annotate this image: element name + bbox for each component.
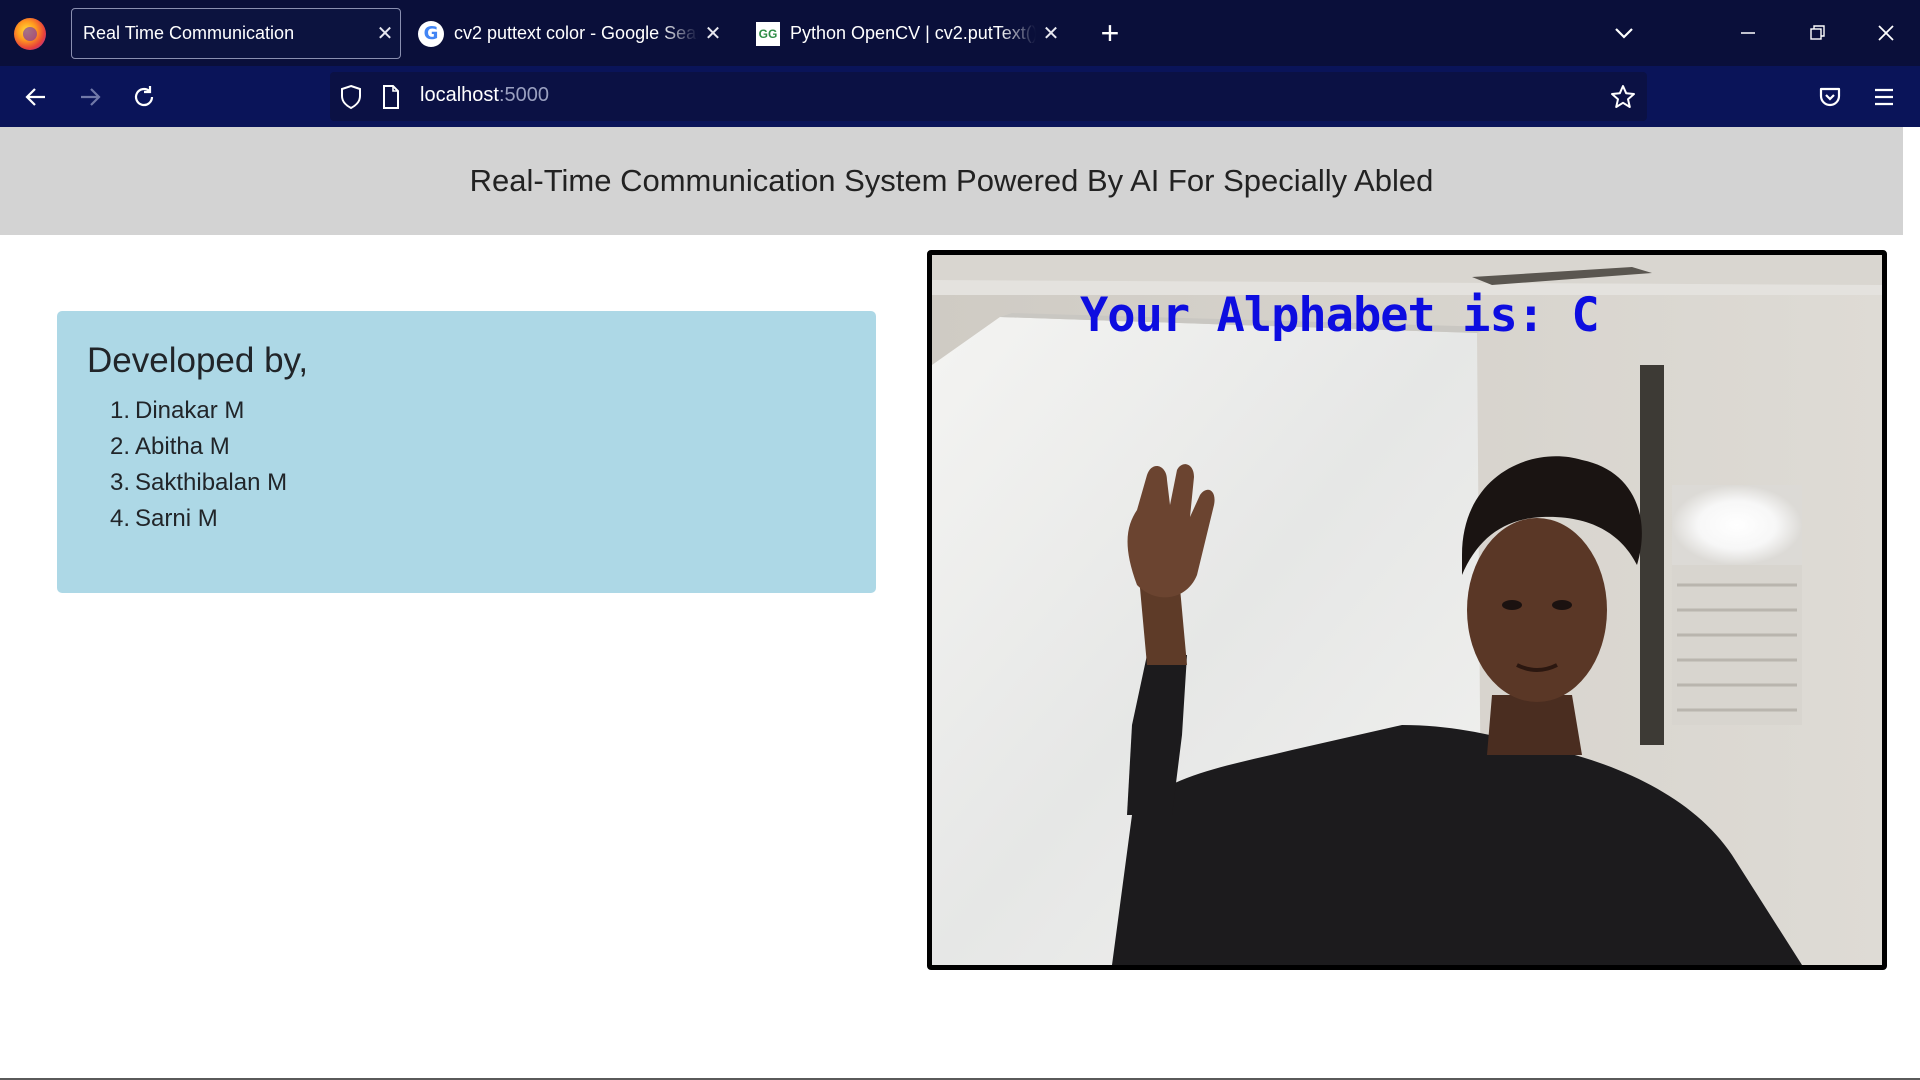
list-item: 1. Dinakar M xyxy=(110,393,876,429)
tab-title: cv2 puttext color - Google Search xyxy=(454,23,698,43)
url-port: :5000 xyxy=(498,84,549,106)
back-arrow-icon[interactable] xyxy=(21,82,51,112)
developer-name: Sarni M xyxy=(135,505,218,532)
url-host: localhost xyxy=(420,84,499,106)
developers-list: 1. Dinakar M 2. Abitha M 3. Sakthibalan M 4… xyxy=(87,393,876,537)
restore-window-button[interactable] xyxy=(1797,14,1837,52)
list-number: 2. xyxy=(110,433,131,460)
geeksforgeeks-icon: GG xyxy=(756,21,780,46)
google-icon: G xyxy=(418,20,444,47)
new-tab-button[interactable]: + xyxy=(1094,14,1126,52)
webcam-scene-image xyxy=(932,255,1882,965)
page-info-icon[interactable] xyxy=(376,82,406,112)
close-tab-icon[interactable]: ✕ xyxy=(370,21,400,46)
list-item: 4. Sarni M xyxy=(110,501,876,537)
tab-title: Python OpenCV | cv2.putText() method xyxy=(790,23,1036,43)
tab-strip: Real Time Communication ✕ G cv2 puttext … xyxy=(0,0,1920,66)
list-number: 4. xyxy=(110,505,131,532)
developer-name: Sakthibalan M xyxy=(135,469,288,496)
list-number: 1. xyxy=(110,397,131,424)
tracking-protection-shield-icon[interactable] xyxy=(336,82,366,112)
minimize-window-button[interactable] xyxy=(1728,14,1768,52)
reload-icon[interactable] xyxy=(129,82,159,112)
close-window-button[interactable] xyxy=(1866,14,1906,52)
forward-arrow-icon[interactable] xyxy=(75,82,105,112)
developer-name: Abitha M xyxy=(135,433,230,460)
webcam-video-feed: Your Alphabet is: C xyxy=(927,250,1887,970)
list-all-tabs-chevron-down-icon[interactable] xyxy=(1609,18,1639,48)
tab-title: Real Time Communication xyxy=(83,23,295,43)
pocket-icon[interactable] xyxy=(1815,82,1845,112)
tab-google-search[interactable]: G cv2 puttext color - Google Search ✕ xyxy=(418,8,728,59)
list-item: 2. Abitha M xyxy=(110,429,876,465)
navigation-toolbar: localhost:5000 xyxy=(0,66,1920,127)
page-title: Real-Time Communication System Powered B… xyxy=(469,163,1434,198)
bookmark-star-icon[interactable] xyxy=(1608,82,1638,112)
developers-heading: Developed by, xyxy=(87,341,309,380)
close-tab-icon[interactable]: ✕ xyxy=(698,21,728,46)
developer-name: Dinakar M xyxy=(135,397,245,424)
developers-card: Developed by, 1. Dinakar M 2. Abitha M 3. S… xyxy=(57,311,876,593)
tab-python-opencv[interactable]: GG Python OpenCV | cv2.putText() method … xyxy=(756,8,1066,59)
alphabet-prediction-overlay: Your Alphabet is: C xyxy=(1080,288,1600,343)
address-bar[interactable]: localhost:5000 xyxy=(330,72,1647,121)
hamburger-menu-icon[interactable] xyxy=(1869,82,1899,112)
close-tab-icon[interactable]: ✕ xyxy=(1036,21,1066,46)
url-text[interactable]: localhost:5000 xyxy=(420,84,549,107)
page-header: Real-Time Communication System Powered B… xyxy=(0,127,1903,235)
tab-real-time-communication[interactable]: Real Time Communication ✕ xyxy=(71,8,401,59)
list-item: 3. Sakthibalan M xyxy=(110,465,876,501)
firefox-logo-icon[interactable] xyxy=(14,18,46,50)
list-number: 3. xyxy=(110,469,131,496)
